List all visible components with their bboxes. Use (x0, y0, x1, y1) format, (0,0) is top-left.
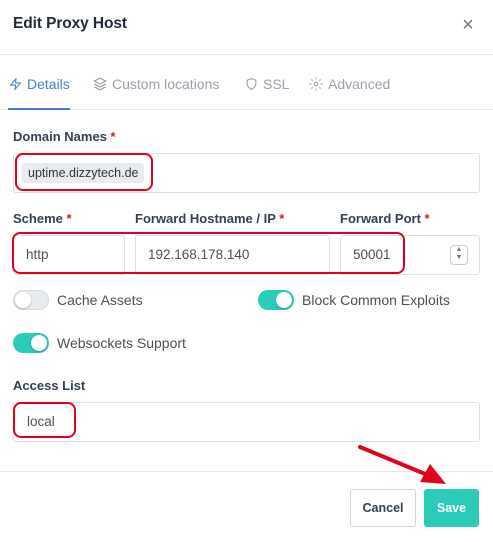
forward-port-label: Forward Port * (340, 211, 430, 226)
highlight-box-domain (15, 153, 153, 191)
save-button[interactable]: Save (424, 489, 479, 527)
cache-assets-label: Cache Assets (57, 292, 143, 308)
tab-custom-locations[interactable]: Custom locations (93, 74, 219, 94)
stepper-down-icon[interactable]: ▼ (451, 254, 467, 262)
gear-icon (309, 77, 323, 91)
stepper-up-icon[interactable]: ▲ (451, 246, 467, 254)
tab-ssl[interactable]: SSL (245, 74, 289, 94)
tab-ssl-label: SSL (263, 76, 290, 92)
bolt-icon (10, 78, 21, 90)
scheme-label: Scheme * (13, 211, 72, 226)
websockets-toggle[interactable] (13, 333, 49, 353)
modal-title: Edit Proxy Host (13, 15, 127, 32)
tabs-divider (0, 109, 493, 110)
forward-hostname-label: Forward Hostname / IP * (135, 211, 285, 226)
toggle-knob (31, 335, 47, 351)
block-exploits-label: Block Common Exploits (302, 292, 450, 308)
layers-icon (93, 77, 107, 91)
cancel-button[interactable]: Cancel (350, 489, 416, 527)
close-icon[interactable]: × (459, 14, 477, 36)
cache-assets-toggle[interactable] (13, 290, 49, 310)
domain-names-label: Domain Names * (13, 129, 116, 144)
active-tab-indicator (8, 108, 70, 110)
access-list-select[interactable] (13, 402, 480, 442)
header-divider (0, 54, 493, 55)
tab-advanced[interactable]: Advanced (309, 74, 390, 94)
tab-advanced-label: Advanced (328, 76, 391, 92)
tab-custom-locations-label: Custom locations (112, 76, 220, 92)
toggle-knob (276, 292, 292, 308)
tab-details[interactable]: Details (9, 74, 70, 94)
shield-icon (246, 78, 257, 90)
toggle-knob (15, 292, 31, 308)
red-arrow-annotation (358, 445, 446, 484)
block-exploits-toggle[interactable] (258, 290, 294, 310)
tab-details-label: Details (27, 76, 70, 92)
access-list-label: Access List (13, 378, 86, 393)
port-stepper[interactable]: ▲ ▼ (450, 245, 468, 265)
highlight-box-access (13, 402, 76, 438)
highlight-box-forward (12, 232, 405, 274)
websockets-label: Websockets Support (57, 335, 186, 351)
